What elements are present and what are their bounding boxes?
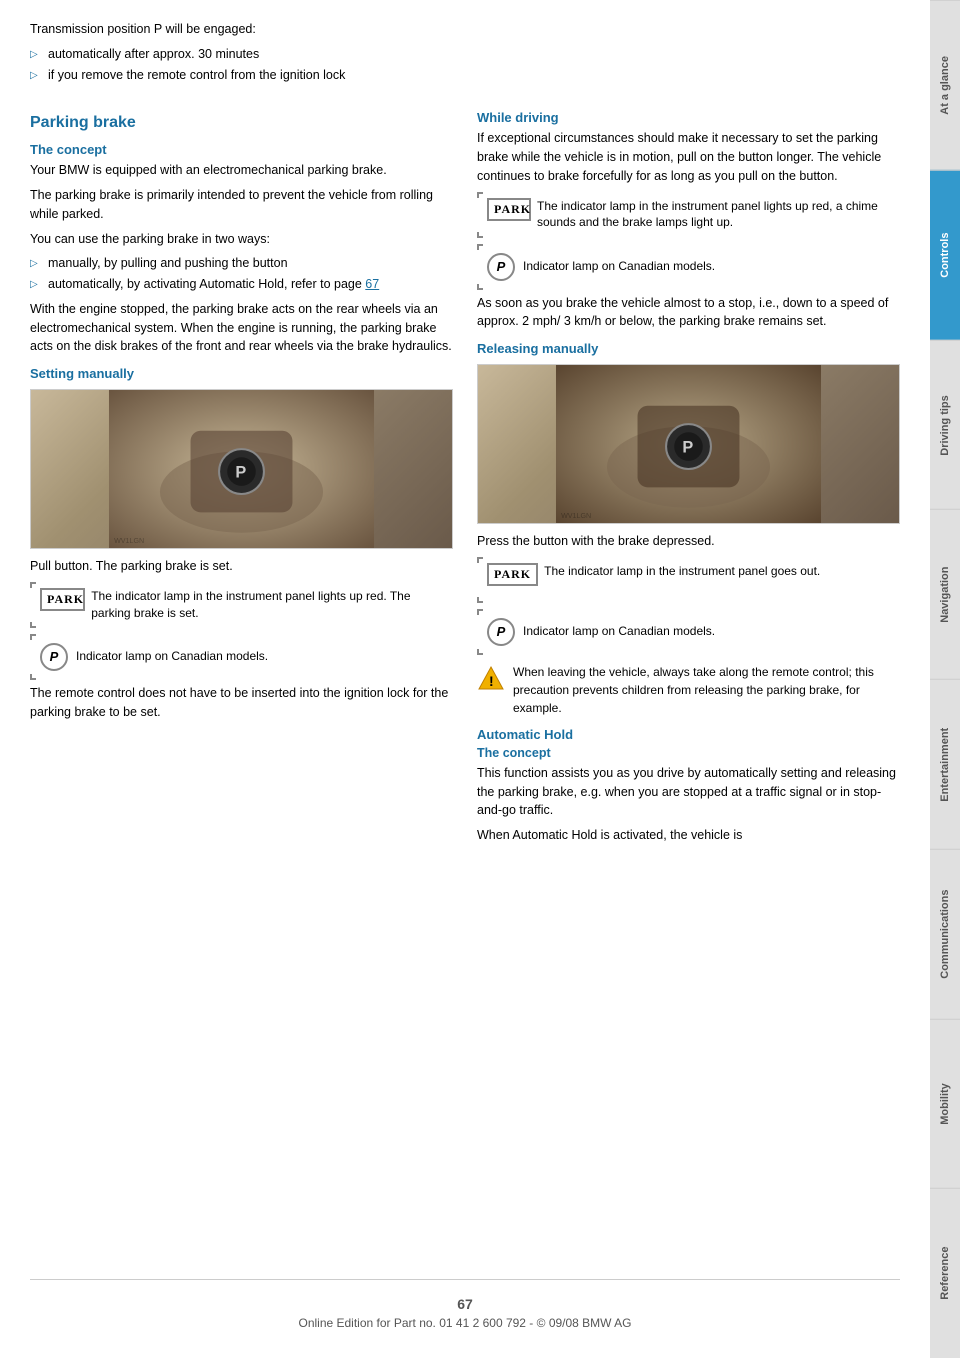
tab-controls[interactable]: Controls: [930, 170, 960, 340]
canadian-indicator-right: P Indicator lamp on Canadian models.: [477, 244, 900, 290]
page-number: 67: [30, 1296, 900, 1312]
releasing-manually-image: P WV1LGN: [477, 364, 900, 524]
while-driving-para1: If exceptional circumstances should make…: [477, 129, 900, 185]
transmission-text: Transmission position P will be engaged:: [30, 20, 900, 39]
concept-subheading: The concept: [30, 142, 453, 157]
concept-para3: You can use the parking brake in two way…: [30, 230, 453, 249]
park-indicator-right-row: PARK The indicator lamp in the instrumen…: [487, 198, 900, 232]
warning-box: ! When leaving the vehicle, always take …: [477, 663, 900, 717]
canadian-bracket: P Indicator lamp on Canadian models.: [30, 634, 268, 680]
p-circle-canadian: P: [40, 643, 68, 671]
tab-reference[interactable]: Reference: [930, 1188, 960, 1358]
bracket-right-corner-top: [477, 192, 483, 198]
tab-mobility[interactable]: Mobility: [930, 1019, 960, 1189]
canadian-indicator-right-text: Indicator lamp on Canadian models.: [523, 258, 715, 275]
park-indicator-right-text: The indicator lamp in the instrument pan…: [537, 198, 900, 232]
canadian-corner-bottom: [30, 674, 36, 680]
tab-driving-tips[interactable]: Driving tips: [930, 340, 960, 510]
tab-communications[interactable]: Communications: [930, 849, 960, 1019]
park-indicator-content: PARK The indicator lamp in the instrumen…: [40, 582, 453, 628]
bracket-corner-top: [30, 582, 36, 588]
park-indicator-release-row: PARK The indicator lamp in the instrumen…: [487, 563, 900, 586]
svg-text:!: !: [489, 673, 494, 689]
bracket-right-left: [477, 192, 483, 238]
automatic-hold-concept: The concept: [477, 746, 900, 760]
canadian-corner-top: [30, 634, 36, 640]
canadian-indicator-1: P Indicator lamp on Canadian models.: [30, 634, 453, 680]
park-indicator-row: PARK The indicator lamp in the instrumen…: [40, 588, 453, 622]
canadian-indicator-text-1: Indicator lamp on Canadian models.: [76, 648, 268, 665]
setting-manually-para1: Pull button. The parking brake is set.: [30, 557, 453, 576]
tab-navigation[interactable]: Navigation: [930, 509, 960, 679]
setting-manually-image: P WV1LGN: [30, 389, 453, 549]
canadian-bracket-right: P Indicator lamp on Canadian models.: [477, 244, 715, 290]
canadian-indicator-release-text: Indicator lamp on Canadian models.: [523, 623, 715, 640]
park-indicator-1: PARK The indicator lamp in the instrumen…: [30, 582, 453, 628]
parking-brake-heading: Parking brake: [30, 114, 453, 132]
park-indicator-release-content: PARK The indicator lamp in the instrumen…: [487, 557, 900, 603]
p-circle-release: P: [487, 618, 515, 646]
canadian-bracket-right-left: [477, 244, 483, 290]
bullet-2: if you remove the remote control from th…: [30, 66, 900, 85]
concept-para1: Your BMW is equipped with an electromech…: [30, 161, 453, 180]
releasing-manually-para1: Press the button with the brake depresse…: [477, 532, 900, 551]
right-column: While driving If exceptional circumstanc…: [477, 100, 900, 1269]
side-tabs: At a glance Controls Driving tips Naviga…: [930, 0, 960, 1358]
bullet-1: automatically after approx. 30 minutes: [30, 45, 900, 64]
warning-text: When leaving the vehicle, always take al…: [513, 663, 900, 717]
concept-para2: The parking brake is primarily intended …: [30, 186, 453, 224]
automatic-hold-heading: Automatic Hold: [477, 727, 900, 742]
park-indicator-right-content: PARK The indicator lamp in the instrumen…: [487, 192, 900, 238]
tab-at-a-glance[interactable]: At a glance: [930, 0, 960, 170]
canadian-bracket-left: [30, 634, 36, 680]
park-indicator-release-text: The indicator lamp in the instrument pan…: [544, 563, 820, 580]
setting-manually-heading: Setting manually: [30, 366, 453, 381]
left-column: Parking brake The concept Your BMW is eq…: [30, 100, 453, 1269]
automatic-hold-para1: This function assists you as you drive b…: [477, 764, 900, 820]
svg-text:P: P: [235, 464, 246, 482]
park-indicator-release: PARK The indicator lamp in the instrumen…: [477, 557, 900, 603]
canadian-bracket-release: P Indicator lamp on Canadian models.: [477, 609, 715, 655]
automatic-hold-para2: When Automatic Hold is activated, the ve…: [477, 826, 900, 845]
main-content: Transmission position P will be engaged:…: [0, 0, 930, 1358]
warning-icon: !: [477, 665, 505, 693]
canadian-indicator-release: P Indicator lamp on Canadian models.: [477, 609, 900, 655]
svg-text:WV1LGN: WV1LGN: [114, 537, 144, 545]
while-driving-heading: While driving: [477, 110, 900, 125]
top-intro: Transmission position P will be engaged:…: [30, 20, 900, 90]
bracket-left: [30, 582, 36, 628]
page-ref[interactable]: 67: [365, 277, 379, 291]
footer-text: Online Edition for Part no. 01 41 2 600 …: [298, 1316, 631, 1330]
while-driving-para2: As soon as you brake the vehicle almost …: [477, 294, 900, 332]
p-circle-right: P: [487, 253, 515, 281]
concept-bullets: manually, by pulling and pushing the but…: [30, 254, 453, 294]
park-label-release: PARK: [487, 563, 538, 586]
setting-manually-para2: The remote control does not have to be i…: [30, 684, 453, 722]
page-footer: 67 Online Edition for Part no. 01 41 2 6…: [30, 1279, 900, 1338]
concept-bullet-1: manually, by pulling and pushing the but…: [30, 254, 453, 273]
park-indicator-right-1: PARK The indicator lamp in the instrumen…: [477, 192, 900, 238]
park-label-right: PARK: [487, 198, 531, 221]
two-col-layout: Parking brake The concept Your BMW is eq…: [30, 100, 900, 1269]
transmission-bullets: automatically after approx. 30 minutes i…: [30, 45, 900, 85]
park-label-box: PARK: [40, 588, 85, 611]
concept-bullet-2: automatically, by activating Automatic H…: [30, 275, 453, 294]
svg-text:WV1LGN: WV1LGN: [561, 512, 591, 520]
releasing-manually-heading: Releasing manually: [477, 341, 900, 356]
bracket-right-corner-bottom: [477, 232, 483, 238]
concept-para4: With the engine stopped, the parking bra…: [30, 300, 453, 356]
park-indicator-text-1: The indicator lamp in the instrument pan…: [91, 588, 453, 622]
svg-text:P: P: [682, 439, 693, 457]
bracket-release-left: [477, 557, 483, 603]
bracket-corner-bottom: [30, 622, 36, 628]
tab-entertainment[interactable]: Entertainment: [930, 679, 960, 849]
